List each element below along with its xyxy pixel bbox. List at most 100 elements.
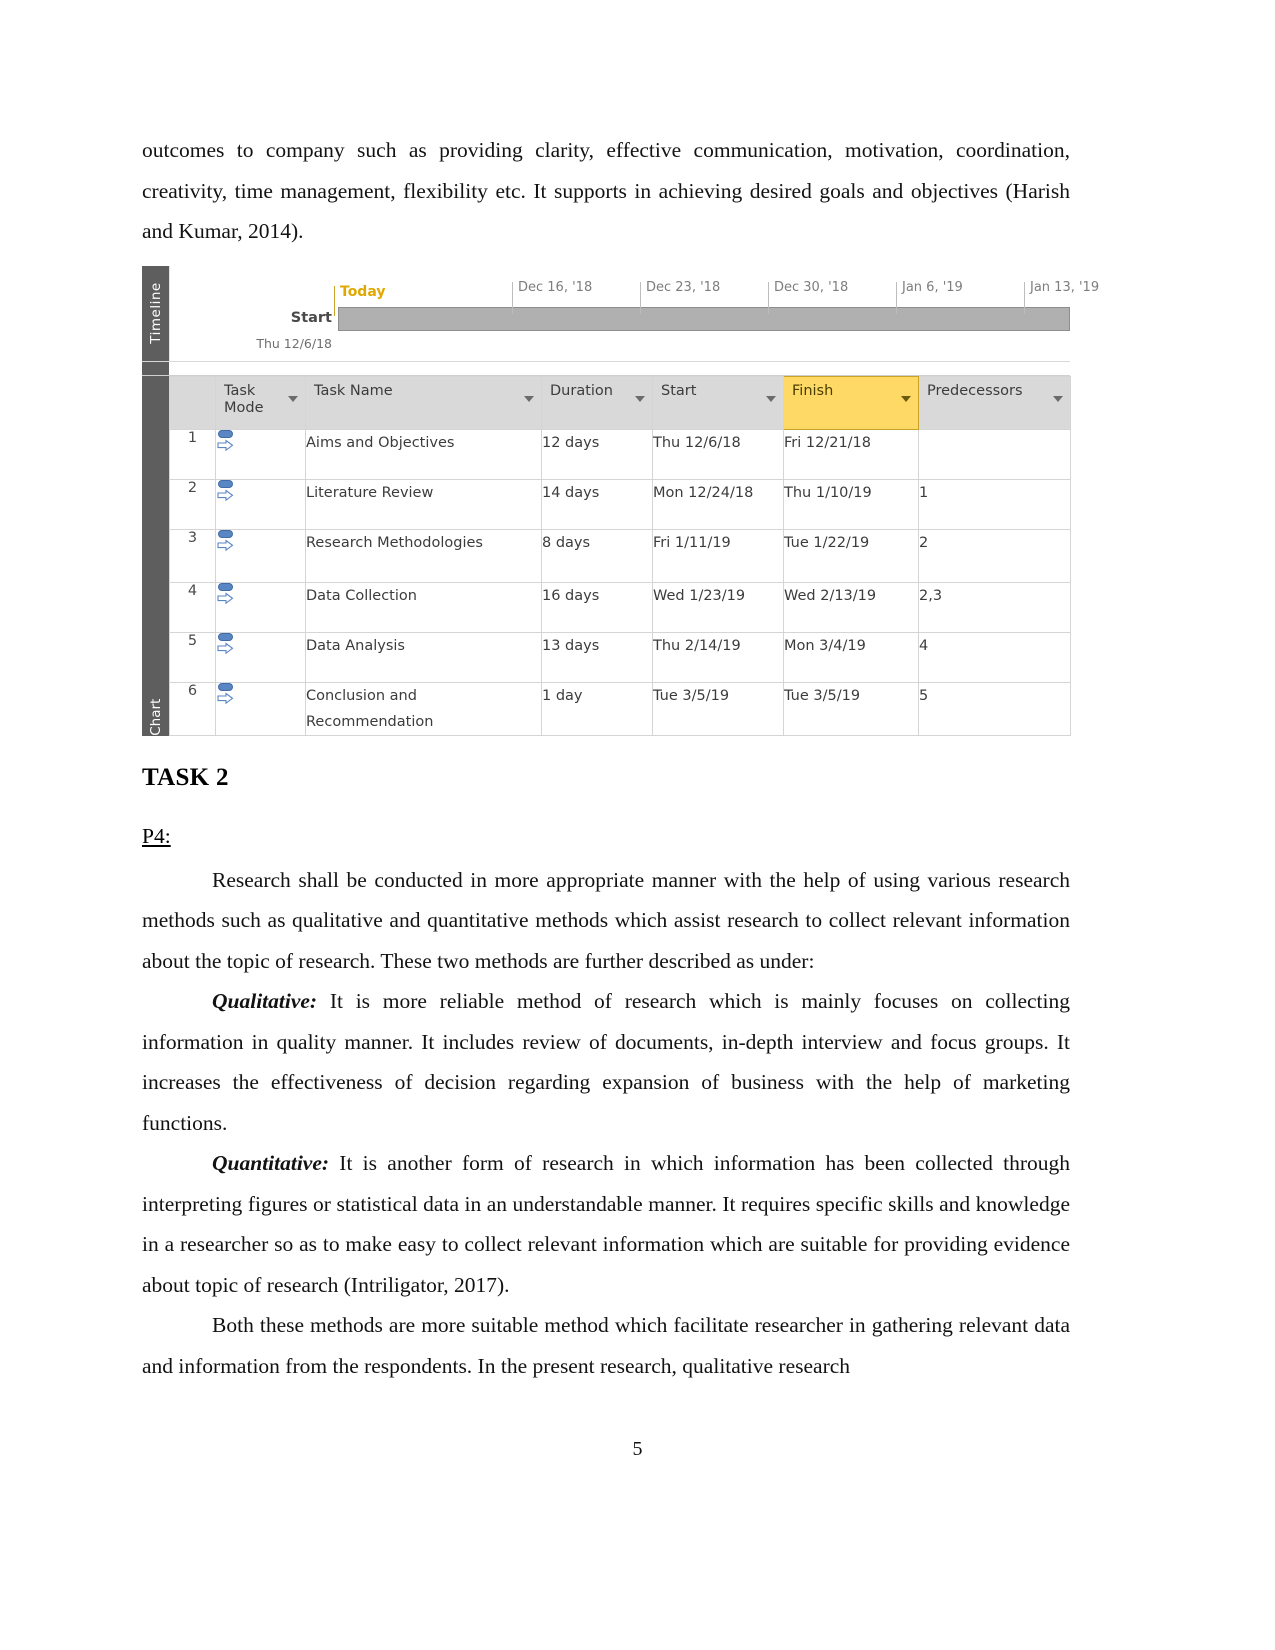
today-marker-label: Today <box>333 283 386 316</box>
row-start: Thu 12/6/18 <box>652 428 784 480</box>
row-duration: 1 day <box>541 681 653 736</box>
table-row[interactable]: 4 Data Collection 16 days Wed 1/23/19 We… <box>169 581 1071 633</box>
gantt-header-row: Task Mode Task Name Duration Start Finis… <box>169 375 1071 430</box>
row-task-name: Research Methodologies <box>305 528 542 583</box>
gantt-task-table: Task Mode Task Name Duration Start Finis… <box>169 375 1071 736</box>
timeline-body: Today Start Thu 12/6/18 Dec 16, '18 Dec … <box>169 265 1099 361</box>
row-start: Mon 12/24/18 <box>652 478 784 530</box>
divider-fill <box>169 361 1070 375</box>
row-predecessors: 2,3 <box>918 581 1071 633</box>
row-finish: Thu 1/10/19 <box>783 478 919 530</box>
chevron-down-icon[interactable] <box>524 395 534 402</box>
page-content: outcomes to company such as providing cl… <box>142 130 1099 1386</box>
timeline-tick-2: Dec 23, '18 <box>640 280 720 314</box>
row-task-name: Data Analysis <box>305 631 542 683</box>
row-predecessors: 2 <box>918 528 1071 583</box>
table-row[interactable]: 6 Conclusion and Recommendation 1 day Tu… <box>169 681 1071 736</box>
document-page: outcomes to company such as providing cl… <box>0 0 1275 1650</box>
timeline-tick-5: Jan 13, '19 <box>1024 280 1099 314</box>
column-header-finish[interactable]: Finish <box>783 375 919 430</box>
chevron-down-icon[interactable] <box>1053 395 1063 402</box>
timeline-side-tab[interactable]: Timeline <box>142 265 169 361</box>
row-index: 6 <box>169 681 216 736</box>
arrow-right-icon <box>217 641 234 654</box>
auto-schedule-icon <box>216 582 238 607</box>
row-start: Wed 1/23/19 <box>652 581 784 633</box>
column-header-duration[interactable]: Duration <box>541 375 653 430</box>
table-row[interactable]: 5 Data Analysis 13 days Thu 2/14/19 Mon … <box>169 631 1071 683</box>
gantt-chart-side-tab-label: t Chart <box>147 698 164 745</box>
qualitative-lead-in: Qualitative: <box>212 989 318 1013</box>
row-index: 5 <box>169 631 216 683</box>
arrow-right-icon <box>217 591 234 604</box>
page-number: 5 <box>632 1438 643 1460</box>
chevron-down-icon[interactable] <box>901 395 911 402</box>
arrow-right-icon <box>217 691 234 704</box>
column-header-predecessors-label: Predecessors <box>927 382 1023 399</box>
row-finish: Tue 3/5/19 <box>783 681 919 736</box>
row-finish: Fri 12/21/18 <box>783 428 919 480</box>
row-duration: 12 days <box>541 428 653 480</box>
row-task-mode[interactable] <box>215 478 306 530</box>
row-predecessors <box>918 428 1071 480</box>
row-start: Fri 1/11/19 <box>652 528 784 583</box>
quantitative-paragraph: Quantitative: It is another form of rese… <box>142 1143 1070 1305</box>
table-row[interactable]: 1 Aims and Objectives 12 days Thu 12/6/1… <box>169 428 1071 480</box>
timeline-tick-3: Dec 30, '18 <box>768 280 848 314</box>
column-header-start-label: Start <box>661 382 697 399</box>
both-methods-paragraph: Both these methods are more suitable met… <box>142 1313 1070 1378</box>
row-finish: Mon 3/4/19 <box>783 631 919 683</box>
chevron-down-icon[interactable] <box>635 395 645 402</box>
divider-side-tab <box>142 361 169 375</box>
row-predecessors: 4 <box>918 631 1071 683</box>
timeline-pane: Timeline Today Start Thu 12/6/18 Dec 16,… <box>142 265 1099 362</box>
row-task-mode[interactable] <box>215 681 306 736</box>
row-task-name: Aims and Objectives <box>305 428 542 480</box>
auto-schedule-icon <box>216 429 238 454</box>
timeline-start-label: Start <box>290 309 332 326</box>
timeline-side-tab-label: Timeline <box>147 282 164 344</box>
auto-schedule-icon <box>216 632 238 657</box>
table-row[interactable]: 3 Research Methodologies 8 days Fri 1/11… <box>169 528 1071 583</box>
row-task-mode[interactable] <box>215 581 306 633</box>
row-finish: Wed 2/13/19 <box>783 581 919 633</box>
row-finish: Tue 1/22/19 <box>783 528 919 583</box>
chevron-down-icon[interactable] <box>766 395 776 402</box>
p4-intro-paragraph: Research shall be conducted in more appr… <box>142 867 1070 973</box>
timeline-start-date: Thu 12/6/18 <box>256 335 332 351</box>
row-predecessors: 1 <box>918 478 1071 530</box>
auto-schedule-icon <box>216 479 238 504</box>
table-row[interactable]: 2 Literature Review 14 days Mon 12/24/18… <box>169 478 1071 530</box>
page-title: TASK 2 <box>142 763 229 791</box>
row-task-mode[interactable] <box>215 428 306 480</box>
arrow-right-icon <box>217 438 234 451</box>
arrow-right-icon <box>217 488 234 501</box>
column-header-start[interactable]: Start <box>652 375 784 430</box>
row-index: 4 <box>169 581 216 633</box>
arrow-right-icon <box>217 538 234 551</box>
row-index: 1 <box>169 428 216 480</box>
timeline-project-bar <box>338 306 1070 331</box>
column-header-predecessors[interactable]: Predecessors <box>918 375 1071 430</box>
gantt-table-body: 1 Aims and Objectives 12 days Thu 12/6/1… <box>169 428 1071 736</box>
row-duration: 16 days <box>541 581 653 633</box>
auto-schedule-icon <box>216 682 238 707</box>
row-index: 2 <box>169 478 216 530</box>
column-header-task-name[interactable]: Task Name <box>305 375 542 430</box>
section-label-p4: P4: <box>142 823 171 848</box>
row-task-mode[interactable] <box>215 631 306 683</box>
ms-project-screenshot: Timeline Today Start Thu 12/6/18 Dec 16,… <box>142 265 1099 745</box>
gantt-grid-pane: t Chart Task Mode Task Name Duration Sta… <box>142 374 1071 745</box>
quantitative-lead-in: Quantitative: <box>212 1151 330 1175</box>
row-task-mode[interactable] <box>215 528 306 583</box>
chevron-down-icon[interactable] <box>288 395 298 402</box>
row-predecessors: 5 <box>918 681 1071 736</box>
row-start: Thu 2/14/19 <box>652 631 784 683</box>
row-duration: 8 days <box>541 528 653 583</box>
intro-paragraph: outcomes to company such as providing cl… <box>142 138 1070 243</box>
gantt-chart-side-tab[interactable]: t Chart <box>142 375 169 745</box>
row-start: Tue 3/5/19 <box>652 681 784 736</box>
column-header-task-mode[interactable]: Task Mode <box>215 375 306 430</box>
row-duration: 13 days <box>541 631 653 683</box>
column-header-duration-label: Duration <box>550 382 613 399</box>
